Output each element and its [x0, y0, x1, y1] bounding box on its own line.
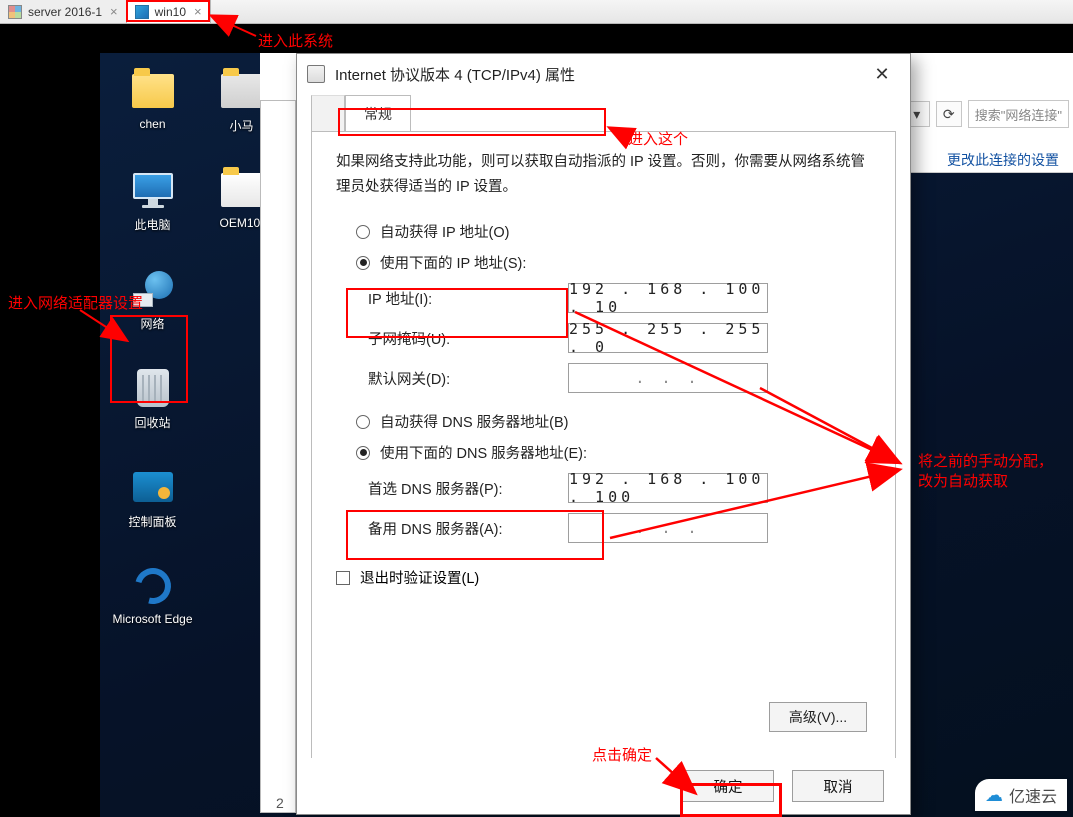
dns1-label: 首选 DNS 服务器(P):: [368, 478, 568, 499]
desktop-icon-label: OEM10.: [219, 216, 263, 230]
advanced-button[interactable]: 高级(V)...: [769, 702, 867, 732]
desktop-icon-label: 此电脑: [134, 216, 170, 233]
ip-address-label: IP 地址(I):: [368, 288, 568, 309]
refresh-button[interactable]: ⟳: [936, 101, 962, 127]
radio-icon: [356, 225, 370, 239]
desktop-icon-edge[interactable]: Microsoft Edge: [110, 558, 195, 653]
dialog-titlebar[interactable]: Internet 协议版本 4 (TCP/IPv4) 属性 ✕: [297, 54, 910, 94]
desktop-icon-label: chen: [139, 117, 165, 131]
validate-checkbox-row[interactable]: 退出时验证设置(L): [336, 567, 871, 588]
anno-text-enter-system: 进入此系统: [258, 30, 333, 51]
edge-icon: [128, 561, 177, 610]
recycle-bin-icon: [137, 369, 169, 407]
close-icon[interactable]: ×: [110, 4, 118, 19]
radio-auto-ip[interactable]: 自动获得 IP 地址(O): [356, 221, 871, 242]
desktop-icon-label: 小马: [229, 117, 253, 134]
desktop-icon-chen[interactable]: chen: [110, 63, 195, 158]
ip-address-input[interactable]: 192 . 168 . 100 . 10: [568, 283, 768, 313]
tab-panel-general: 如果网络支持此功能，则可以获取自动指派的 IP 设置。否则，你需要从网络系统管理…: [311, 131, 896, 791]
desktop-icon-control-panel[interactable]: 控制面板: [110, 459, 195, 554]
radio-manual-dns[interactable]: 使用下面的 DNS 服务器地址(E):: [356, 442, 871, 463]
dns2-input[interactable]: . . .: [568, 513, 768, 543]
gateway-input[interactable]: . . .: [568, 363, 768, 393]
control-panel-icon: [133, 472, 173, 502]
dns1-input[interactable]: 192 . 168 . 100 . 100: [568, 473, 768, 503]
ip-fields: IP 地址(I): 192 . 168 . 100 . 10 子网掩码(U): …: [368, 283, 871, 393]
windows-icon: [135, 5, 149, 19]
tab-general[interactable]: 常规: [345, 95, 411, 132]
checkbox-label: 退出时验证设置(L): [360, 567, 479, 588]
underlying-page-number: 2: [276, 795, 284, 811]
vm-tab-server2016[interactable]: server 2016-1 ×: [0, 0, 127, 23]
desktop-icon-this-pc[interactable]: 此电脑: [110, 162, 195, 257]
cloud-icon: ☁: [985, 785, 1003, 806]
computer-icon: [133, 173, 173, 208]
folder-icon: [221, 173, 263, 207]
dns-fields: 首选 DNS 服务器(P): 192 . 168 . 100 . 100 备用 …: [368, 473, 871, 543]
vm-tab-win10[interactable]: win10 ×: [127, 0, 211, 23]
explorer-toolbar: ▾ ⟳ 搜索"网络连接": [904, 100, 1069, 128]
tab-hidden[interactable]: [311, 95, 345, 132]
folder-icon: [132, 74, 174, 108]
radio-manual-ip[interactable]: 使用下面的 IP 地址(S):: [356, 252, 871, 273]
cancel-button[interactable]: 取消: [792, 770, 884, 802]
radio-label: 使用下面的 DNS 服务器地址(E):: [380, 442, 587, 463]
change-connection-settings-link[interactable]: 更改此连接的设置: [947, 150, 1059, 170]
dialog-tab-strip: 常规: [297, 94, 910, 131]
radio-label: 自动获得 DNS 服务器地址(B): [380, 411, 569, 432]
desktop-icon-label: Microsoft Edge: [112, 612, 192, 626]
desktop-icon-label: 回收站: [134, 414, 170, 431]
desktop-icon-network[interactable]: 网络: [110, 261, 195, 356]
dns2-label: 备用 DNS 服务器(A):: [368, 518, 568, 539]
subnet-mask-input[interactable]: 255 . 255 . 255 . 0: [568, 323, 768, 353]
explorer-search-input[interactable]: 搜索"网络连接": [968, 100, 1069, 128]
ok-button[interactable]: 确定: [682, 770, 774, 802]
radio-icon: [356, 446, 370, 460]
vm-tab-label: server 2016-1: [28, 5, 102, 19]
desktop-icon-label: 控制面板: [128, 513, 176, 530]
radio-icon: [356, 415, 370, 429]
watermark: ☁ 亿速云: [975, 779, 1067, 811]
vm-tab-label: win10: [155, 5, 186, 19]
watermark-text: 亿速云: [1009, 783, 1057, 807]
search-placeholder: 搜索"网络连接": [975, 105, 1062, 124]
monitor-icon: [8, 5, 22, 19]
ipv4-properties-dialog: Internet 协议版本 4 (TCP/IPv4) 属性 ✕ 常规 如果网络支…: [296, 53, 911, 815]
folder-icon: [221, 74, 263, 108]
radio-label: 使用下面的 IP 地址(S):: [380, 252, 526, 273]
subnet-mask-label: 子网掩码(U):: [368, 328, 568, 349]
desktop-icons: chen 小马 此电脑 OEM10. 网络 回收站 控制面板: [110, 63, 284, 653]
dialog-button-row: 确定 取消: [297, 758, 910, 814]
underlying-dialog-edge: [260, 100, 296, 813]
close-icon[interactable]: ×: [194, 4, 202, 19]
desktop-icon-recycle-bin[interactable]: 回收站: [110, 360, 195, 455]
radio-icon: [356, 256, 370, 270]
gateway-label: 默认网关(D):: [368, 368, 568, 389]
network-icon: [133, 271, 173, 307]
dialog-description: 如果网络支持此功能，则可以获取自动指派的 IP 设置。否则，你需要从网络系统管理…: [336, 150, 871, 199]
dialog-icon: [307, 65, 325, 83]
checkbox-icon: [336, 571, 350, 585]
vm-tab-bar: server 2016-1 × win10 ×: [0, 0, 1073, 24]
desktop-icon-label: 网络: [140, 315, 164, 332]
radio-label: 自动获得 IP 地址(O): [380, 221, 509, 242]
close-button[interactable]: ✕: [864, 60, 900, 88]
radio-auto-dns[interactable]: 自动获得 DNS 服务器地址(B): [356, 411, 871, 432]
dialog-title: Internet 协议版本 4 (TCP/IPv4) 属性: [335, 64, 864, 85]
